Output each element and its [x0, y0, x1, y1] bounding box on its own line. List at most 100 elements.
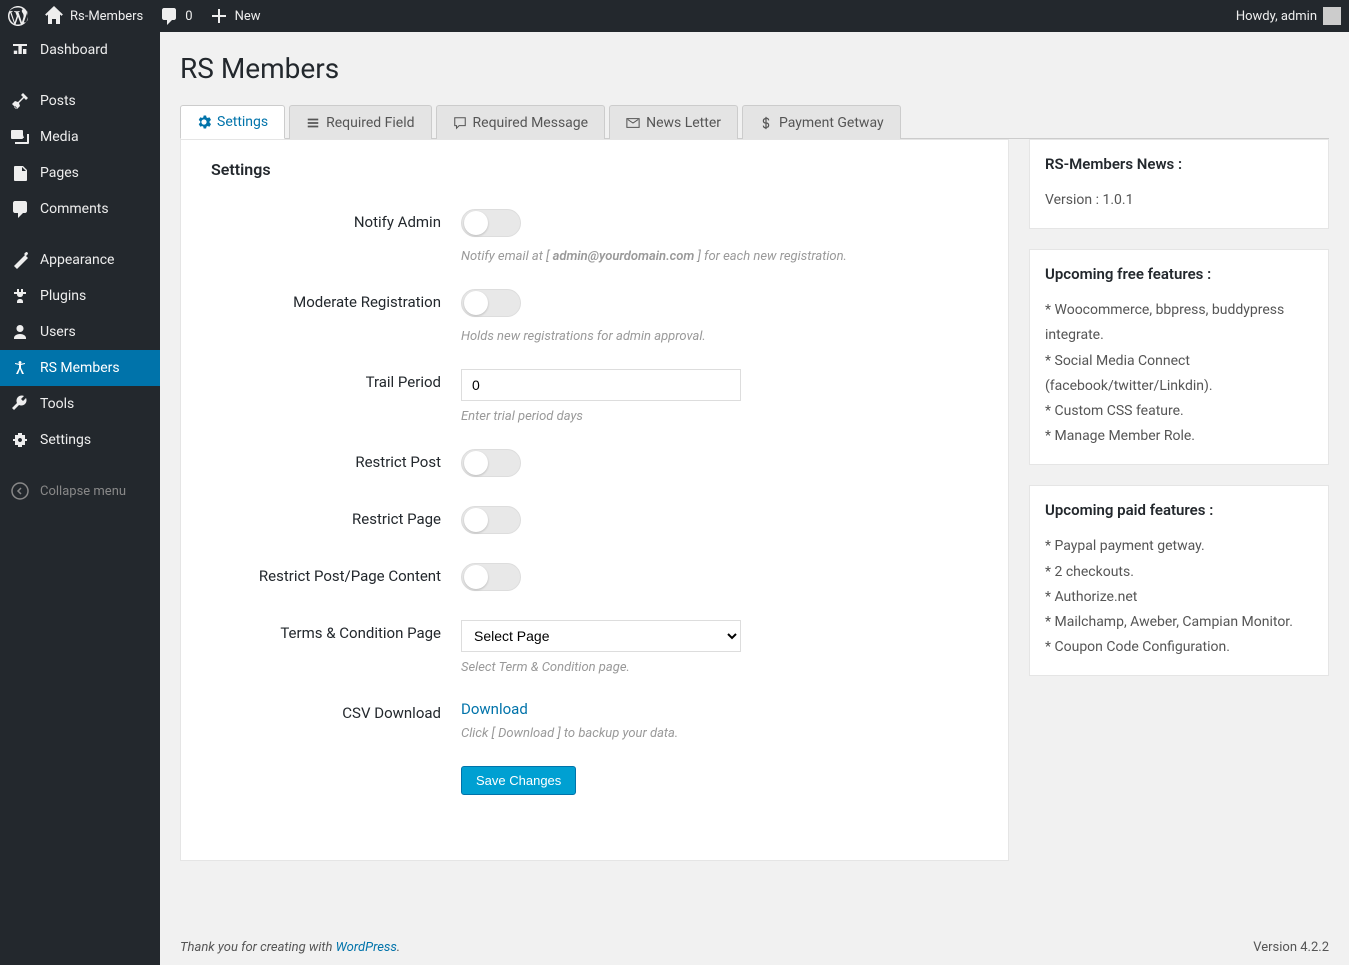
- paid-title: Upcoming paid features :: [1045, 501, 1313, 519]
- news-version: Version : 1.0.1: [1045, 188, 1313, 213]
- select-terms-page[interactable]: Select Page: [461, 620, 741, 652]
- footer: Thank you for creating with WordPress. V…: [160, 930, 1349, 965]
- pages-icon: [10, 163, 30, 183]
- label-restrict-page: Restrict Page: [211, 506, 461, 538]
- collapse-label: Collapse menu: [40, 484, 126, 499]
- gear-icon: [197, 115, 211, 129]
- mail-icon: [626, 116, 640, 130]
- toggle-restrict-post[interactable]: [461, 449, 521, 477]
- page-title: RS Members: [180, 52, 1329, 85]
- tab-news-letter[interactable]: News Letter: [609, 105, 738, 139]
- footer-wordpress-link[interactable]: WordPress: [336, 940, 397, 955]
- menu-posts[interactable]: Posts: [0, 83, 160, 119]
- footer-thanks: Thank you for creating with WordPress.: [180, 940, 400, 955]
- menu-label: Plugins: [40, 288, 86, 304]
- tab-label: Required Field: [326, 115, 414, 131]
- paid-item: * Mailchamp, Aweber, Campian Monitor.: [1045, 610, 1313, 635]
- new-label: New: [235, 9, 261, 24]
- menu-comments[interactable]: Comments: [0, 191, 160, 227]
- label-restrict-post: Restrict Post: [211, 449, 461, 481]
- menu-users[interactable]: Users: [0, 314, 160, 350]
- wordpress-icon: [8, 6, 28, 26]
- main-body: RS Members Settings Required Field Requi…: [160, 32, 1349, 921]
- menu-separator: [0, 232, 160, 237]
- users-icon: [10, 322, 30, 342]
- howdy-link[interactable]: Howdy, admin: [1236, 7, 1341, 25]
- collapse-menu[interactable]: Collapse menu: [0, 473, 160, 509]
- toggle-notify-admin[interactable]: [461, 209, 521, 237]
- menu-settings[interactable]: Settings: [0, 422, 160, 458]
- input-trail-period[interactable]: [461, 369, 741, 401]
- link-download-csv[interactable]: Download: [461, 700, 528, 718]
- desc-csv: Click [ Download ] to backup your data.: [461, 726, 978, 741]
- menu-pages[interactable]: Pages: [0, 155, 160, 191]
- site-name-link[interactable]: Rs-Members: [44, 6, 143, 26]
- media-icon: [10, 127, 30, 147]
- menu-label: Media: [40, 129, 79, 145]
- label-terms: Terms & Condition Page: [211, 620, 461, 675]
- toggle-restrict-content[interactable]: [461, 563, 521, 591]
- menu-label: Users: [40, 324, 76, 340]
- admin-bar: Rs-Members 0 New Howdy, admin: [0, 0, 1349, 32]
- label-notify-admin: Notify Admin: [211, 209, 461, 264]
- menu-label: Dashboard: [40, 42, 108, 58]
- free-item: * Custom CSS feature.: [1045, 399, 1313, 424]
- tab-label: Payment Getway: [779, 115, 884, 131]
- comments-count: 0: [185, 9, 192, 24]
- dollar-icon: [759, 116, 773, 130]
- tab-label: Required Message: [473, 115, 589, 131]
- appearance-icon: [10, 250, 30, 270]
- paid-item: * Coupon Code Configuration.: [1045, 635, 1313, 660]
- menu-label: Comments: [40, 201, 109, 217]
- free-item: * Manage Member Role.: [1045, 424, 1313, 449]
- admin-menu: Dashboard Posts Media Pages Comments App…: [0, 32, 160, 965]
- collapse-icon: [10, 481, 30, 501]
- chat-icon: [453, 116, 467, 130]
- label-moderate: Moderate Registration: [211, 289, 461, 344]
- menu-media[interactable]: Media: [0, 119, 160, 155]
- menu-label: RS Members: [40, 360, 120, 376]
- menu-rs-members[interactable]: RS Members: [0, 350, 160, 386]
- desc-trail: Enter trial period days: [461, 409, 978, 424]
- howdy-text: Howdy, admin: [1236, 9, 1317, 24]
- tab-payment-getway[interactable]: Payment Getway: [742, 105, 901, 139]
- comments-link[interactable]: 0: [159, 6, 192, 26]
- menu-label: Pages: [40, 165, 79, 181]
- wp-logo[interactable]: [8, 6, 28, 26]
- settings-icon: [10, 430, 30, 450]
- save-button[interactable]: Save Changes: [461, 766, 576, 795]
- pin-icon: [10, 91, 30, 111]
- menu-plugins[interactable]: Plugins: [0, 278, 160, 314]
- accessibility-icon: [10, 358, 30, 378]
- news-box: RS-Members News : Version : 1.0.1: [1029, 139, 1329, 229]
- plugins-icon: [10, 286, 30, 306]
- comments-icon: [10, 199, 30, 219]
- menu-dashboard[interactable]: Dashboard: [0, 32, 160, 68]
- tab-nav: Settings Required Field Required Message…: [180, 105, 1329, 139]
- list-icon: [306, 116, 320, 130]
- comment-icon: [159, 6, 179, 26]
- menu-label: Settings: [40, 432, 91, 448]
- avatar: [1323, 7, 1341, 25]
- news-title: RS-Members News :: [1045, 155, 1313, 173]
- new-content-link[interactable]: New: [209, 6, 261, 26]
- menu-separator: [0, 463, 160, 468]
- tab-required-field[interactable]: Required Field: [289, 105, 431, 139]
- site-name-text: Rs-Members: [70, 9, 143, 24]
- menu-tools[interactable]: Tools: [0, 386, 160, 422]
- tab-settings[interactable]: Settings: [180, 105, 285, 139]
- tab-label: Settings: [217, 114, 268, 130]
- label-restrict-content: Restrict Post/Page Content: [211, 563, 461, 595]
- free-item: * Social Media Connect (facebook/twitter…: [1045, 349, 1313, 399]
- home-icon: [44, 6, 64, 26]
- menu-appearance[interactable]: Appearance: [0, 242, 160, 278]
- free-title: Upcoming free features :: [1045, 265, 1313, 283]
- desc-notify-admin: Notify email at [ admin@yourdomain.com ]…: [461, 249, 978, 264]
- toggle-moderate[interactable]: [461, 289, 521, 317]
- tab-label: News Letter: [646, 115, 721, 131]
- settings-panel: Settings Notify Admin Notify email at [ …: [180, 139, 1009, 861]
- toggle-restrict-page[interactable]: [461, 506, 521, 534]
- label-trail: Trail Period: [211, 369, 461, 424]
- paid-features-box: Upcoming paid features : * Paypal paymen…: [1029, 485, 1329, 676]
- tab-required-message[interactable]: Required Message: [436, 105, 606, 139]
